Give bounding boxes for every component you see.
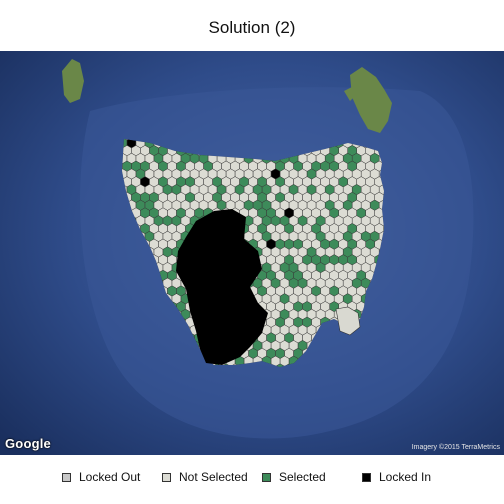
legend-item-locked-out: Locked Out [62,470,140,484]
legend-label-selected: Selected [279,470,326,484]
google-logo: Google [5,436,51,451]
legend-item-not-selected: Not Selected [162,470,248,484]
map-title: Solution (2) [208,18,296,37]
legend-swatch-selected [262,472,271,482]
legend-label-locked-out: Locked Out [79,470,141,484]
legend-swatch-not-selected [162,472,171,482]
satellite-map[interactable] [0,51,504,455]
legend: Locked Out Not Selected Selected Locked … [0,470,504,488]
legend-label-locked-in: Locked In [379,470,432,484]
legend-item-selected: Selected [262,470,326,484]
map-canvas [0,51,504,455]
legend-swatch-locked-out [62,472,71,482]
legend-item-locked-in: Locked In [362,470,431,484]
legend-swatch-locked-in [362,472,371,482]
legend-label-not-selected: Not Selected [179,470,248,484]
imagery-credit: Imagery ©2015 TerraMetrics [411,444,500,451]
